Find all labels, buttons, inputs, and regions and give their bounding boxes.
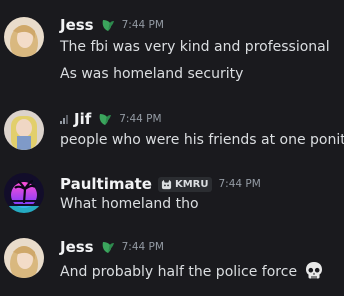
avatar-jif[interactable] <box>4 110 44 150</box>
message-text: As was homeland security <box>60 66 244 82</box>
cat-face-icon <box>161 179 172 189</box>
message-text-line: And probably half the police force <box>60 261 324 281</box>
timestamp: 7:44 PM <box>119 113 162 125</box>
leaf-icon[interactable] <box>100 17 116 33</box>
signal-bars-icon <box>60 114 68 124</box>
timestamp: 7:44 PM <box>121 19 164 31</box>
message-text: people who were his friends at one ponit <box>60 132 344 148</box>
leaf-icon[interactable] <box>100 239 116 255</box>
message-header: Jif 7:44 PM <box>60 110 162 128</box>
message-header: Paultimate KMRU 7:44 PM <box>60 175 261 193</box>
server-tag-label: KMRU <box>174 178 209 190</box>
avatar-jess[interactable] <box>4 238 44 278</box>
username[interactable]: Jess <box>60 238 94 256</box>
message-header: Jess 7:44 PM <box>60 16 164 34</box>
message-text: The fbi was very kind and professional <box>60 39 330 55</box>
username[interactable]: Paultimate <box>60 175 152 193</box>
avatar-paultimate[interactable] <box>4 173 44 213</box>
timestamp: 7:44 PM <box>218 178 261 190</box>
skull-emoji-icon[interactable] <box>304 261 324 281</box>
message-text: What homeland tho <box>60 196 199 212</box>
leaf-icon[interactable] <box>97 111 113 127</box>
username[interactable]: Jif <box>74 110 91 128</box>
server-tag[interactable]: KMRU <box>157 176 213 192</box>
timestamp: 7:44 PM <box>121 241 164 253</box>
message-text: And probably half the police force <box>60 264 298 280</box>
message-header: Jess 7:44 PM <box>60 238 164 256</box>
username[interactable]: Jess <box>60 16 94 34</box>
avatar-jess[interactable] <box>4 17 44 57</box>
